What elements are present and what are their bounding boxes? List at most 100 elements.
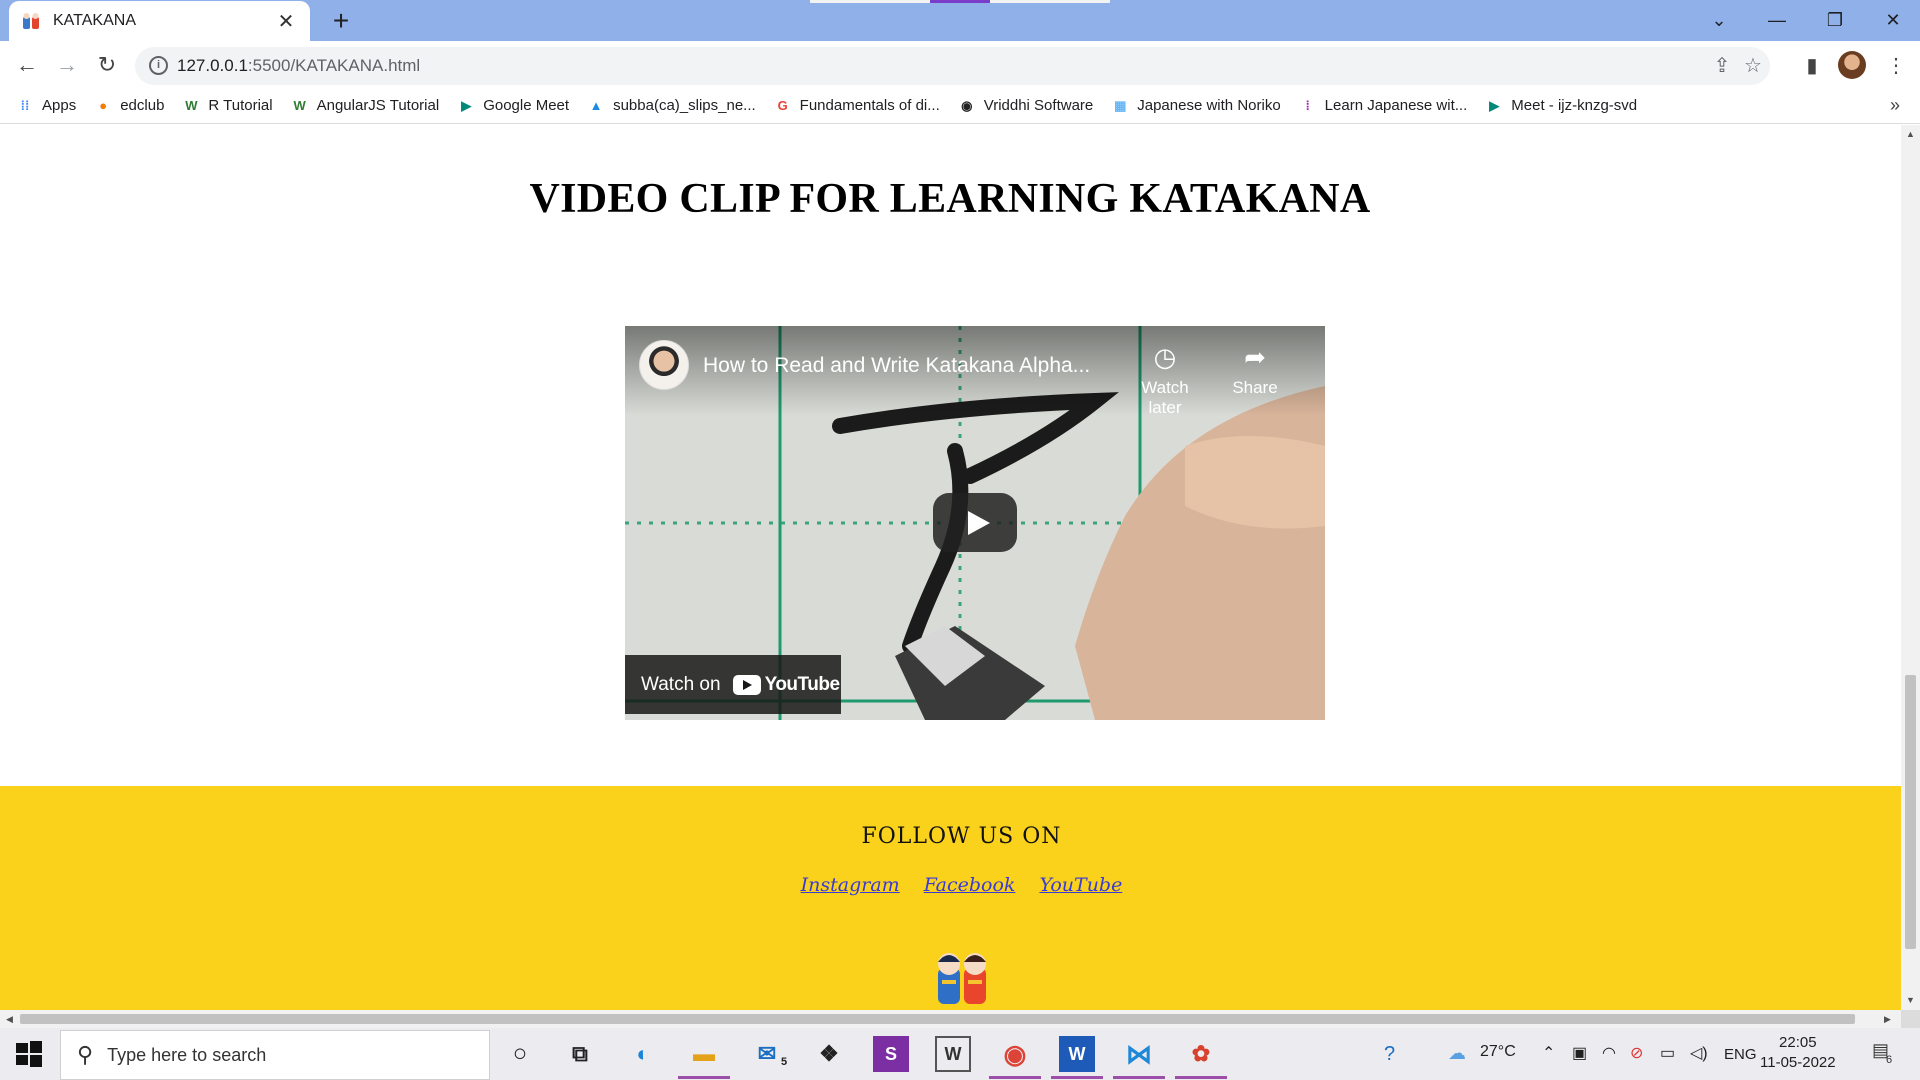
bookmarks-overflow-icon[interactable]: » (1890, 95, 1900, 116)
horizontal-scrollbar[interactable]: ◀ ▶ (0, 1010, 1901, 1028)
noriko-icon: ▦ (1114, 97, 1127, 113)
vertical-scroll-thumb[interactable] (1905, 675, 1916, 949)
reload-button[interactable]: ↻ (91, 49, 123, 81)
edge-icon[interactable]: ◐ (625, 1036, 661, 1072)
follow-us-heading: FOLLOW US ON (861, 824, 1062, 849)
page-footer: FOLLOW US ON Instagram Facebook YouTube (0, 786, 1901, 1010)
bookmark-item[interactable]: ▶ Meet - ijz-knzg-svd (1485, 97, 1637, 115)
restore-button[interactable]: ❐ (1806, 0, 1864, 41)
mail-badge: 5 (780, 1056, 788, 1068)
tab-strip-indicator (990, 0, 1110, 3)
scroll-down-icon[interactable]: ▼ (1906, 995, 1915, 1005)
weather-cloud-icon[interactable]: ☁ (1448, 1043, 1466, 1064)
paint-icon[interactable]: ✿ (1183, 1036, 1219, 1072)
video-title[interactable]: How to Read and Write Katakana Alpha... (703, 354, 1090, 378)
bookmark-label: AngularJS Tutorial (316, 97, 440, 114)
wifi-icon[interactable]: ◠ (1602, 1043, 1616, 1063)
url-host: 127.0.0.1 (177, 56, 248, 75)
word-icon[interactable]: W (1059, 1036, 1095, 1072)
scroll-up-icon[interactable]: ▲ (1906, 129, 1915, 139)
back-button[interactable]: ← (11, 49, 43, 81)
page-heading: VIDEO CLIP FOR LEARNING KATAKANA (529, 176, 1371, 222)
bookmark-item[interactable]: W R Tutorial (182, 97, 272, 115)
vscode-icon[interactable]: ⋈ (1121, 1036, 1157, 1072)
bookmark-item[interactable]: ▲ subba(ca)_slips_ne... (587, 97, 756, 115)
bookmark-item[interactable]: ⁞ Learn Japanese wit... (1299, 97, 1468, 115)
bookmark-item[interactable]: ● edclub (94, 97, 164, 115)
language-indicator[interactable]: ENG (1724, 1046, 1757, 1063)
clock-date: 11-05-2022 (1760, 1054, 1836, 1071)
bookmark-label: Google Meet (483, 97, 570, 114)
address-bar[interactable]: i 127.0.0.1:5500/KATAKANA.html ⇪ ☆ (135, 47, 1770, 85)
facebook-link[interactable]: Facebook (924, 874, 1016, 896)
bookmark-star-icon[interactable]: ☆ (1740, 53, 1766, 79)
horizontal-scroll-thumb[interactable] (20, 1014, 1855, 1024)
dropbox-icon[interactable]: ❖ (811, 1036, 847, 1072)
watch-on-youtube-button[interactable]: Watch on YouTube (625, 655, 841, 714)
instagram-link[interactable]: Instagram (801, 874, 900, 896)
w3-icon: W (185, 98, 198, 113)
tab-search-icon[interactable]: ⌄ (1690, 0, 1748, 41)
profile-avatar[interactable] (1838, 51, 1866, 79)
watch-later-button[interactable]: ◷ Watch later (1125, 342, 1205, 418)
edclub-icon: ● (99, 98, 108, 113)
running-indicator (1175, 1076, 1227, 1079)
file-explorer-icon[interactable]: ▬ (686, 1036, 722, 1072)
share-button[interactable]: ➦ Share (1215, 342, 1295, 398)
side-panel-icon[interactable]: ▮ (1796, 49, 1828, 81)
system-clock[interactable]: 22:05 11-05-2022 (1760, 1033, 1836, 1073)
menu-kebab-icon[interactable]: ⋮ (1880, 49, 1912, 81)
minimize-button[interactable]: — (1748, 0, 1806, 41)
channel-avatar[interactable] (639, 340, 689, 390)
google-icon: G (777, 98, 788, 113)
help-icon[interactable]: ? (1384, 1043, 1395, 1066)
screen: KATAKANA ✕ + ⌄ — ❐ ✕ ← → ↻ i 127.0.0.1:5… (0, 0, 1920, 1080)
play-button[interactable] (933, 493, 1017, 552)
cortana-icon[interactable]: ○ (502, 1036, 538, 1072)
youtube-logo: YouTube (732, 674, 840, 696)
bookmark-item[interactable]: ▶ Google Meet (457, 97, 569, 115)
taskbar-search[interactable]: ⚲ Type here to search (60, 1030, 490, 1080)
search-icon: ⚲ (77, 1042, 94, 1067)
youtube-link[interactable]: YouTube (1039, 874, 1122, 896)
volume-icon[interactable]: ◁) (1690, 1043, 1708, 1063)
windows-start-icon[interactable] (14, 1039, 44, 1069)
bookmark-item[interactable]: W AngularJS Tutorial (291, 97, 440, 115)
network-status-icon[interactable]: ⊘ (1630, 1043, 1643, 1063)
vertical-scrollbar[interactable]: ▲ ▼ (1901, 125, 1920, 1010)
vriddhi-icon: ◉ (961, 97, 973, 113)
notification-center-icon[interactable]: ▤ 6 (1872, 1040, 1900, 1066)
meet-icon: ▶ (1489, 97, 1500, 113)
wikipedia-icon[interactable]: W (935, 1036, 971, 1072)
kokeshi-dolls-icon (938, 953, 986, 1004)
page-viewport: VIDEO CLIP FOR LEARNING KATAKANA How to … (0, 125, 1901, 1010)
scrollbar-corner (1901, 1010, 1920, 1028)
bookmark-item[interactable]: G Fundamentals of di... (774, 97, 940, 115)
share-icon[interactable]: ⇪ (1709, 53, 1735, 79)
device-icon[interactable]: ▣ (1572, 1043, 1587, 1063)
app-s-icon[interactable]: S (873, 1036, 909, 1072)
battery-icon[interactable]: ▭ (1660, 1043, 1675, 1063)
bookmark-item[interactable]: ▦ Japanese with Noriko (1111, 97, 1281, 115)
tab-strip-indicator (810, 0, 930, 3)
weather-temperature[interactable]: 27°C (1480, 1043, 1516, 1061)
search-placeholder: Type here to search (107, 1044, 267, 1065)
chrome-icon[interactable]: ◉ (997, 1036, 1033, 1072)
bookmark-label: edclub (120, 97, 165, 114)
share-arrow-icon: ➦ (1244, 342, 1266, 372)
scroll-left-icon[interactable]: ◀ (6, 1014, 13, 1025)
task-view-icon[interactable]: ⧉ (562, 1036, 598, 1072)
tab-katakana[interactable]: KATAKANA ✕ (9, 1, 310, 41)
clock-time: 22:05 (1779, 1034, 1817, 1051)
site-info-icon[interactable]: i (149, 56, 168, 75)
new-tab-button[interactable]: + (324, 4, 358, 38)
bookmark-item[interactable]: ◉ Vriddhi Software (958, 97, 1093, 115)
close-window-button[interactable]: ✕ (1864, 0, 1920, 41)
chevron-up-icon[interactable]: ⌃ (1542, 1043, 1555, 1063)
running-indicator (678, 1076, 730, 1079)
bookmark-item[interactable]: ⁞⁞ Apps (16, 97, 77, 115)
scroll-right-icon[interactable]: ▶ (1884, 1014, 1891, 1025)
tab-close-icon[interactable]: ✕ (274, 9, 298, 34)
youtube-embed[interactable]: How to Read and Write Katakana Alpha... … (625, 326, 1325, 720)
forward-button[interactable]: → (51, 49, 83, 81)
